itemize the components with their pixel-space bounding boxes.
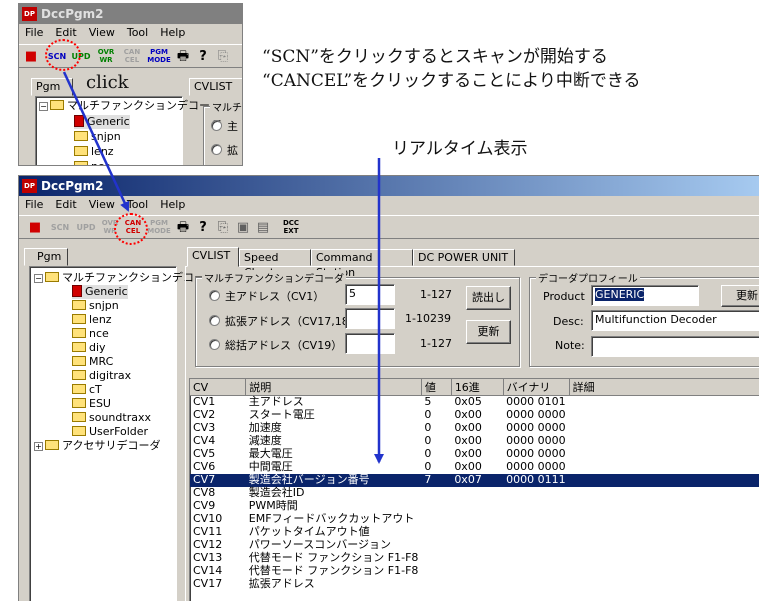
annotation-arrows bbox=[62, 71, 384, 464]
tab-cvlist-label: CVLIST bbox=[192, 249, 231, 262]
scn-to-cancel-arrow bbox=[62, 71, 130, 212]
tab-cvlist[interactable]: CVLIST bbox=[187, 247, 239, 267]
